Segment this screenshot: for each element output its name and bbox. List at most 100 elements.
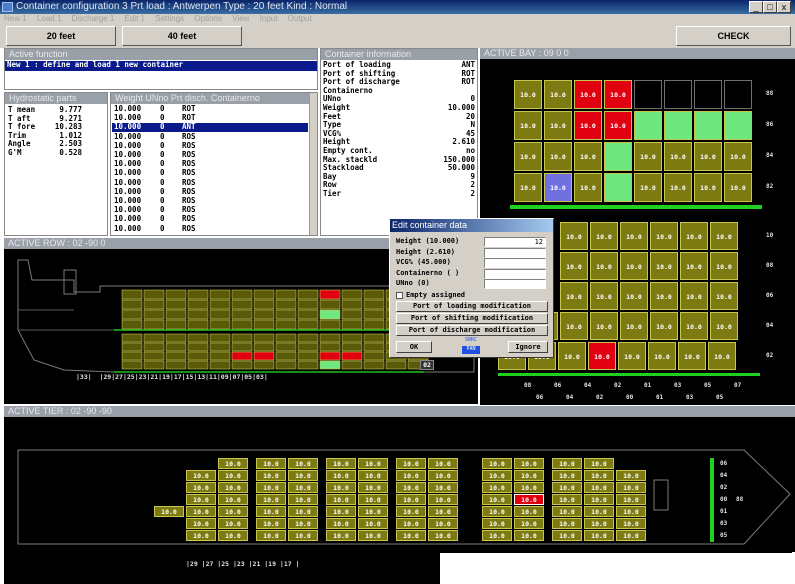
bay-hold-container[interactable]: 10.0 <box>590 312 618 340</box>
tier-container[interactable]: 10.0 <box>288 506 318 517</box>
row-hold-container[interactable] <box>275 351 297 361</box>
tier-container[interactable]: 10.0 <box>358 482 388 493</box>
tier-container[interactable]: 10.0 <box>186 494 216 505</box>
bay-deck-container[interactable] <box>604 142 632 171</box>
tier-container[interactable]: 10.0 <box>584 458 614 469</box>
tier-container[interactable]: 10.0 <box>616 494 646 505</box>
tier-container[interactable]: 10.0 <box>616 506 646 517</box>
tier-container[interactable]: 10.0 <box>358 518 388 529</box>
tier-container[interactable]: 10.0 <box>358 458 388 469</box>
weight-row[interactable]: 10.000 0 ROS <box>112 205 308 215</box>
row-deck-container[interactable] <box>319 299 341 310</box>
minimize-button[interactable]: _ <box>749 1 763 13</box>
tier-container[interactable]: 10.0 <box>482 530 512 541</box>
row-deck-container[interactable] <box>319 289 341 300</box>
tier-container[interactable]: 10.0 <box>358 530 388 541</box>
tier-container[interactable]: 10.0 <box>584 494 614 505</box>
bay-deck-container[interactable]: 10.0 <box>694 173 722 202</box>
menu-new[interactable]: New 1 <box>4 14 27 23</box>
tier-container[interactable]: 10.0 <box>396 470 426 481</box>
row-deck-container[interactable] <box>253 289 275 300</box>
bay-hold-container[interactable]: 10.0 <box>618 342 646 370</box>
bay-hold-container[interactable]: 10.0 <box>620 252 648 280</box>
row-deck-container[interactable] <box>275 299 297 310</box>
tier-container[interactable]: 10.0 <box>482 482 512 493</box>
tier-container[interactable]: 10.0 <box>616 530 646 541</box>
tier-container[interactable]: 10.0 <box>256 482 286 493</box>
row-deck-container[interactable] <box>341 319 363 330</box>
row-hold-container[interactable] <box>297 333 319 343</box>
bay-hold-container[interactable]: 10.0 <box>590 222 618 250</box>
tier-container[interactable]: 10.0 <box>218 470 248 481</box>
tier-container[interactable]: 10.0 <box>428 506 458 517</box>
weight-row[interactable]: 10.000 0 ROS <box>112 224 308 234</box>
tier-container[interactable]: 10.0 <box>186 470 216 481</box>
tier-container[interactable]: 10.0 <box>396 518 426 529</box>
tier-container[interactable]: 10.0 <box>396 494 426 505</box>
row-hold-container[interactable] <box>165 351 187 361</box>
row-deck-container[interactable] <box>231 299 253 310</box>
bay-deck-container[interactable] <box>604 173 632 202</box>
row-hold-container[interactable] <box>341 360 363 370</box>
bay-hold-container[interactable]: 10.0 <box>560 252 588 280</box>
tier-container[interactable]: 10.0 <box>218 458 248 469</box>
row-hold-container[interactable] <box>143 360 165 370</box>
weight-row[interactable]: 10.000 0 ROS <box>112 187 308 197</box>
row-hold-container[interactable] <box>209 333 231 343</box>
row-deck-container[interactable] <box>363 289 385 300</box>
tier-container[interactable]: 10.0 <box>288 470 318 481</box>
row-hold-container[interactable] <box>297 360 319 370</box>
tier-container[interactable]: 10.0 <box>514 482 544 493</box>
bay-hold-container[interactable]: 10.0 <box>590 282 618 310</box>
row-deck-container[interactable] <box>187 289 209 300</box>
row-deck-container[interactable] <box>275 309 297 320</box>
weight-row[interactable]: 10.000 0 ROS <box>112 132 308 142</box>
dialog-field-input[interactable]: 12 <box>484 237 546 247</box>
twenty-feet-button[interactable]: 20 feet <box>6 26 116 46</box>
tier-container[interactable]: 10.0 <box>256 470 286 481</box>
row-deck-container[interactable] <box>209 289 231 300</box>
bay-deck-container[interactable]: 10.0 <box>574 80 602 109</box>
row-hold-container[interactable] <box>363 351 385 361</box>
tier-container[interactable]: 10.0 <box>482 458 512 469</box>
ignore-button[interactable]: Ignore <box>508 341 548 353</box>
bay-hold-container[interactable]: 10.0 <box>650 252 678 280</box>
tier-container[interactable]: 10.0 <box>482 470 512 481</box>
tier-container[interactable]: 10.0 <box>326 530 356 541</box>
bay-deck-container[interactable] <box>724 111 752 140</box>
port-of-loading-button[interactable]: Port of loading modification <box>396 301 548 312</box>
tier-container[interactable]: 10.0 <box>396 506 426 517</box>
tier-container[interactable]: 10.0 <box>326 482 356 493</box>
row-hold-container[interactable] <box>187 333 209 343</box>
bay-hold-container[interactable]: 10.0 <box>650 222 678 250</box>
bay-deck-container[interactable]: 10.0 <box>514 111 542 140</box>
tier-container[interactable]: 10.0 <box>396 458 426 469</box>
bay-hold-container[interactable]: 10.0 <box>648 342 676 370</box>
tier-container[interactable]: 10.0 <box>482 518 512 529</box>
bay-deck-container[interactable]: 10.0 <box>544 173 572 202</box>
tier-container[interactable]: 10.0 <box>186 530 216 541</box>
menu-edit[interactable]: Edit 1 <box>125 14 145 23</box>
tier-container[interactable]: 10.0 <box>186 506 216 517</box>
row-deck-container[interactable] <box>187 309 209 320</box>
bay-hold-container[interactable]: 10.0 <box>588 342 616 370</box>
row-hold-container[interactable] <box>297 351 319 361</box>
tier-container[interactable]: 10.0 <box>482 506 512 517</box>
tier-container[interactable]: 10.0 <box>552 458 582 469</box>
bay-hold-container[interactable]: 10.0 <box>650 282 678 310</box>
row-hold-container[interactable] <box>231 342 253 352</box>
tier-container[interactable]: 10.0 <box>514 506 544 517</box>
menu-input[interactable]: Input <box>260 14 278 23</box>
row-deck-container[interactable] <box>363 299 385 310</box>
bay-deck-container[interactable]: 10.0 <box>664 142 692 171</box>
bay-hold-container[interactable]: 10.0 <box>710 222 738 250</box>
tier-container[interactable]: 10.0 <box>186 518 216 529</box>
bay-deck-container[interactable] <box>634 80 662 109</box>
row-deck-container[interactable] <box>297 289 319 300</box>
weight-row[interactable]: 10.000 0 ROS <box>112 159 308 169</box>
row-deck-container[interactable] <box>275 289 297 300</box>
row-deck-container[interactable] <box>363 309 385 320</box>
bay-hold-container[interactable]: 10.0 <box>678 342 706 370</box>
row-hold-container[interactable] <box>209 360 231 370</box>
tier-container[interactable]: 10.0 <box>358 506 388 517</box>
